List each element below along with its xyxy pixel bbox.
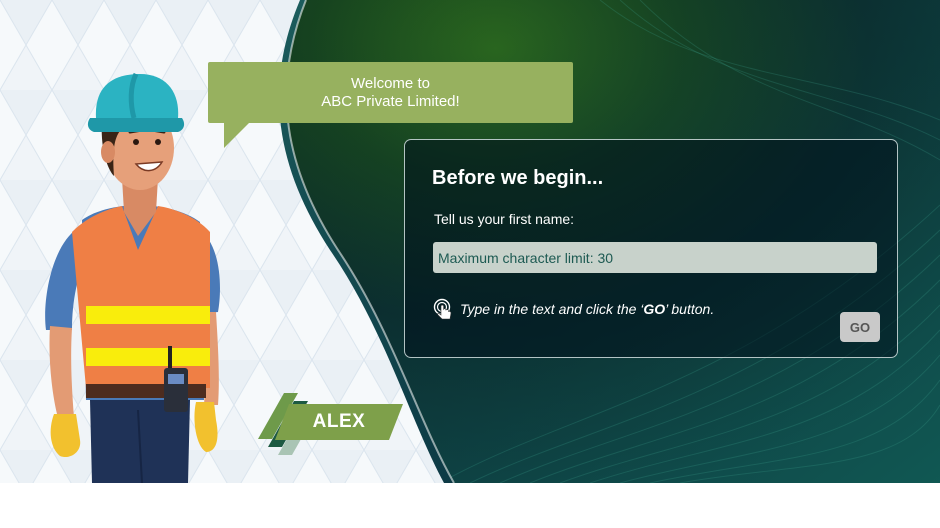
- speech-bubble-tail: [224, 122, 250, 148]
- name-entry-panel: Before we begin... Tell us your first na…: [404, 139, 898, 358]
- hint-text-prefix: Type in the text and click the ‘: [460, 301, 644, 317]
- slide-stage: Welcome to ABC Private Limited! ALEX Bef…: [0, 0, 940, 483]
- hint-text-suffix: ’ button.: [665, 301, 715, 317]
- welcome-line-1: Welcome to: [351, 74, 430, 92]
- welcome-speech-bubble: Welcome to ABC Private Limited!: [208, 62, 573, 123]
- hint-text-emphasis: GO: [643, 301, 666, 317]
- instruction-hint: Type in the text and click the ‘GO’ butt…: [433, 298, 714, 320]
- tap-hand-icon: [433, 298, 452, 320]
- first-name-input[interactable]: [433, 242, 877, 273]
- panel-title: Before we begin...: [432, 167, 604, 189]
- character-name-tag: ALEX: [275, 404, 403, 440]
- first-name-label: Tell us your first name:: [434, 211, 575, 227]
- go-button[interactable]: GO: [840, 312, 880, 342]
- welcome-line-2: ABC Private Limited!: [321, 92, 460, 110]
